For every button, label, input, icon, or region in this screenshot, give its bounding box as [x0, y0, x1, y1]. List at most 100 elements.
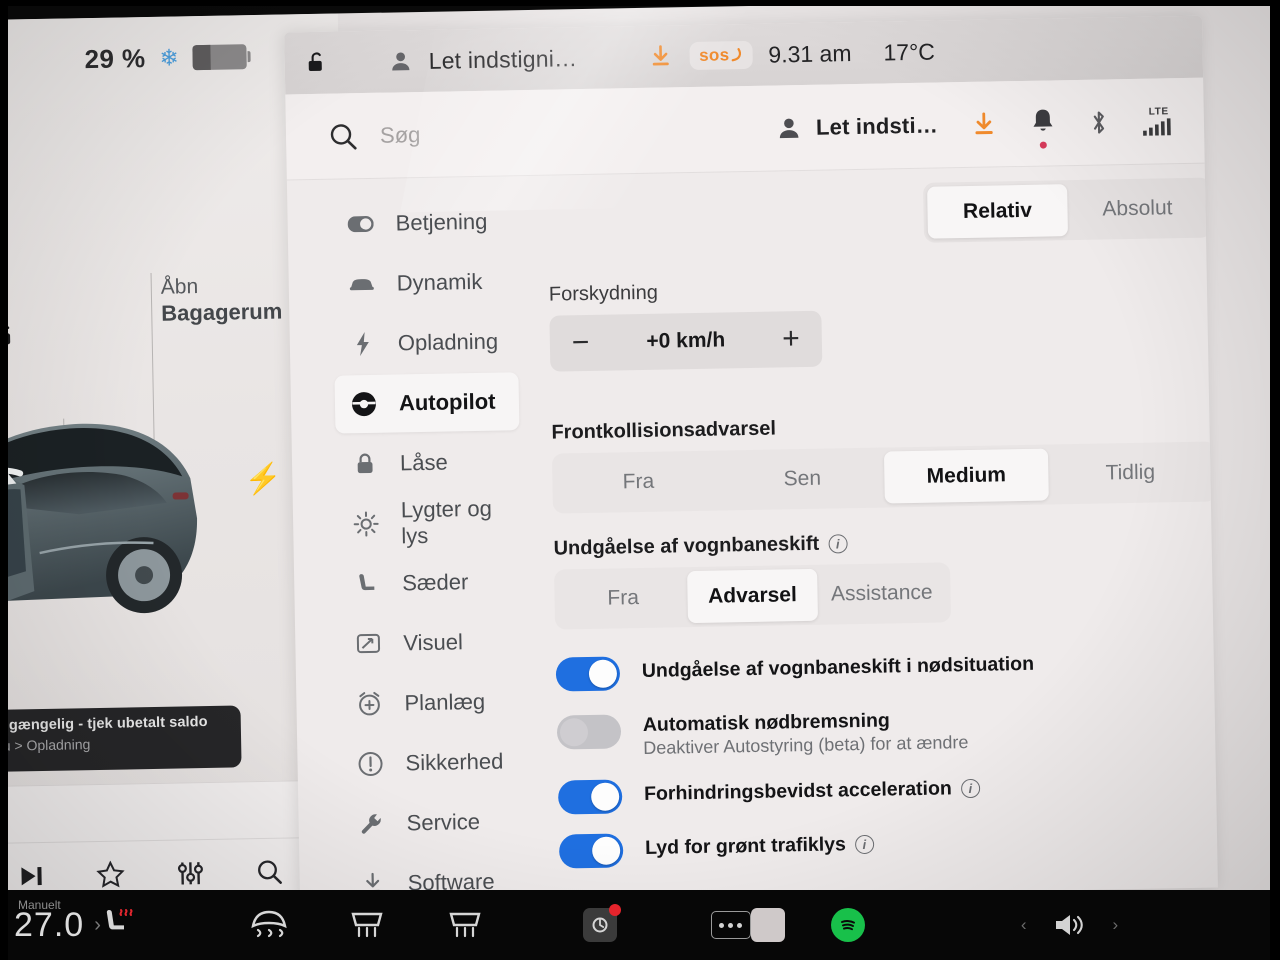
toggle-row-emergency-lane-departure[interactable]: Undgåelse af vognbaneskift i nødsituatio…: [555, 643, 1218, 692]
fcw-option-sen[interactable]: Sen: [720, 452, 885, 507]
sidebar-item-visuel[interactable]: Visuel: [339, 612, 524, 673]
sun-lights-icon: [353, 511, 379, 537]
toggle-row-green-light-chime[interactable]: Lyd for grønt trafiklys i: [558, 820, 1218, 869]
sidebar-item-saeder[interactable]: Sæder: [338, 552, 523, 613]
sidebar-item-label: Låse: [399, 449, 448, 476]
sidebar-item-dynamik[interactable]: Dynamik: [332, 252, 517, 313]
lane-option-assistance[interactable]: Assistance: [817, 566, 947, 620]
sidebar-item-label: Sæder: [402, 569, 469, 596]
dashcam-icon[interactable]: [582, 904, 621, 942]
lane-departure-label-text: Undgåelse af vognbaneskift: [553, 532, 820, 560]
volume-control[interactable]: ‹ ›: [1021, 911, 1118, 939]
apps-grid-icon[interactable]: [710, 911, 751, 939]
sos-label: sos: [699, 45, 730, 65]
info-icon[interactable]: i: [960, 778, 980, 798]
bluetooth-icon[interactable]: [1088, 107, 1111, 137]
spotify-icon[interactable]: [830, 908, 865, 942]
forward-collision-label: Frontkollisionsadvarsel: [551, 417, 777, 444]
sos-button[interactable]: sos: [688, 40, 753, 71]
volume-icon[interactable]: [1053, 911, 1087, 939]
steering-wheel-icon: [351, 391, 377, 417]
info-icon[interactable]: i: [828, 534, 848, 554]
person-icon[interactable]: [388, 49, 412, 73]
fcw-option-tidlig[interactable]: Tidlig: [1048, 446, 1213, 501]
sidebar-item-label: Dynamik: [396, 268, 483, 296]
toggle-row-automatic-emergency-braking[interactable]: Automatisk nødbremsning Deaktiver Autost…: [556, 701, 1218, 760]
volume-decrease-button[interactable]: ‹: [1021, 915, 1027, 935]
clock: 9.31 am: [768, 39, 852, 68]
search-icon[interactable]: [256, 857, 285, 891]
sheet-body: Betjening Dynamik Opladning Autopilot Lå…: [287, 164, 1218, 905]
rear-window-defrost-icon[interactable]: [445, 908, 485, 943]
car-image[interactable]: [0, 407, 262, 683]
unlocked-padlock-icon[interactable]: [304, 50, 328, 76]
sidebar-item-laase[interactable]: Låse: [336, 432, 521, 493]
sidebar-item-label: Lygter og lys: [400, 495, 493, 549]
lane-option-advarsel[interactable]: Advarsel: [687, 568, 818, 624]
lane-option-fra[interactable]: Fra: [558, 571, 688, 625]
notification-toast[interactable]: utilgængelig - tjek ubetalt saldo enu > …: [0, 705, 242, 773]
sidebar-item-opladning[interactable]: Opladning: [333, 312, 518, 373]
forward-collision-segmented-control[interactable]: Fra Sen Medium Tidlig: [551, 441, 1217, 514]
offset-decrease-button[interactable]: −: [572, 326, 590, 359]
settings-sheet: Let indstigni… sos 9.31 am 17°C Søg Let …: [284, 15, 1218, 905]
profile-name[interactable]: Let indstigni…: [428, 45, 577, 75]
notifications-button[interactable]: [1030, 106, 1057, 149]
sidebar-item-betjening[interactable]: Betjening: [331, 192, 516, 253]
play-next-icon[interactable]: [19, 864, 45, 891]
toggle-switch[interactable]: [558, 833, 624, 869]
card-app-icon[interactable]: [750, 908, 785, 942]
speed-mode-option-relativ[interactable]: Relativ: [927, 184, 1068, 239]
software-download-icon[interactable]: [970, 110, 999, 139]
volume-increase-button[interactable]: ›: [1113, 915, 1119, 935]
sidebar-item-service[interactable]: Service: [342, 792, 527, 853]
software-download-icon[interactable]: [647, 43, 673, 69]
toggle-switch[interactable]: [556, 714, 622, 750]
sidebar-item-label: Service: [406, 809, 481, 836]
toggle-label-text: Forhindringsbevidst acceleration: [643, 777, 952, 805]
toggle-switch[interactable]: [557, 779, 623, 815]
taskbar-icons: [101, 904, 751, 945]
alarm-clock-icon: [356, 691, 382, 717]
account-button[interactable]: Let indsti…: [776, 112, 938, 141]
sidebar-item-label: Opladning: [397, 328, 499, 356]
seat-icon: [354, 572, 380, 596]
lane-departure-label: Undgåelse af vognbaneskift i: [553, 525, 1217, 560]
sidebar-item-planlaeg[interactable]: Planlæg: [340, 672, 525, 733]
warning-circle-icon: [357, 751, 383, 777]
search-field[interactable]: Søg: [328, 113, 776, 151]
offset-stepper[interactable]: − +0 km/h +: [549, 310, 823, 372]
sidebar-item-sikkerhed[interactable]: Sikkerhed: [341, 732, 526, 793]
toggle-row-obstacle-aware-acceleration[interactable]: Forhindringsbevidst acceleration i: [557, 766, 1218, 815]
climate-control[interactable]: Manuelt 27.0 ›: [14, 898, 101, 945]
speed-mode-option-absolut[interactable]: Absolut: [1067, 182, 1208, 237]
toast-subtitle: enu > Opladning: [0, 736, 91, 754]
sidebar-item-label: Planlæg: [404, 688, 486, 716]
sidebar-item-lygter-og-lys[interactable]: Lygter og lys: [337, 492, 522, 553]
rear-defrost-icon[interactable]: [347, 908, 387, 943]
trunk-callout[interactable]: Åbn Bagagerum: [161, 273, 283, 327]
fcw-option-medium[interactable]: Medium: [883, 448, 1049, 504]
bolt-icon: [350, 331, 376, 357]
notification-badge: [1039, 141, 1047, 149]
seat-heater-icon[interactable]: [101, 906, 139, 945]
info-icon[interactable]: i: [854, 834, 875, 854]
toggle-switch[interactable]: [555, 656, 621, 692]
offset-increase-button[interactable]: +: [782, 322, 800, 355]
toggle-label: Undgåelse af vognbaneskift i nødsituatio…: [641, 652, 1035, 683]
settings-nav: Betjening Dynamik Opladning Autopilot Lå…: [287, 176, 542, 904]
front-defrost-icon[interactable]: [249, 908, 289, 943]
fcw-option-fra[interactable]: Fra: [556, 455, 721, 510]
toggle-label: Forhindringsbevidst acceleration i: [644, 771, 980, 811]
sidebar-item-label: Autopilot: [398, 388, 496, 416]
car-icon: [349, 275, 375, 293]
lane-departure-segmented-control[interactable]: Fra Advarsel Assistance: [553, 562, 952, 630]
sidebar-item-autopilot[interactable]: Autopilot: [334, 372, 520, 434]
outside-temperature: 17°C: [883, 38, 936, 65]
sliders-icon[interactable]: [176, 860, 205, 892]
sidebar-item-label: Sikkerhed: [405, 748, 504, 776]
star-icon[interactable]: [96, 860, 126, 894]
media-player[interactable]: de: [0, 779, 329, 909]
speed-mode-segmented-control[interactable]: Relativ Absolut: [922, 177, 1213, 243]
chevron-right-icon[interactable]: ›: [94, 914, 101, 937]
